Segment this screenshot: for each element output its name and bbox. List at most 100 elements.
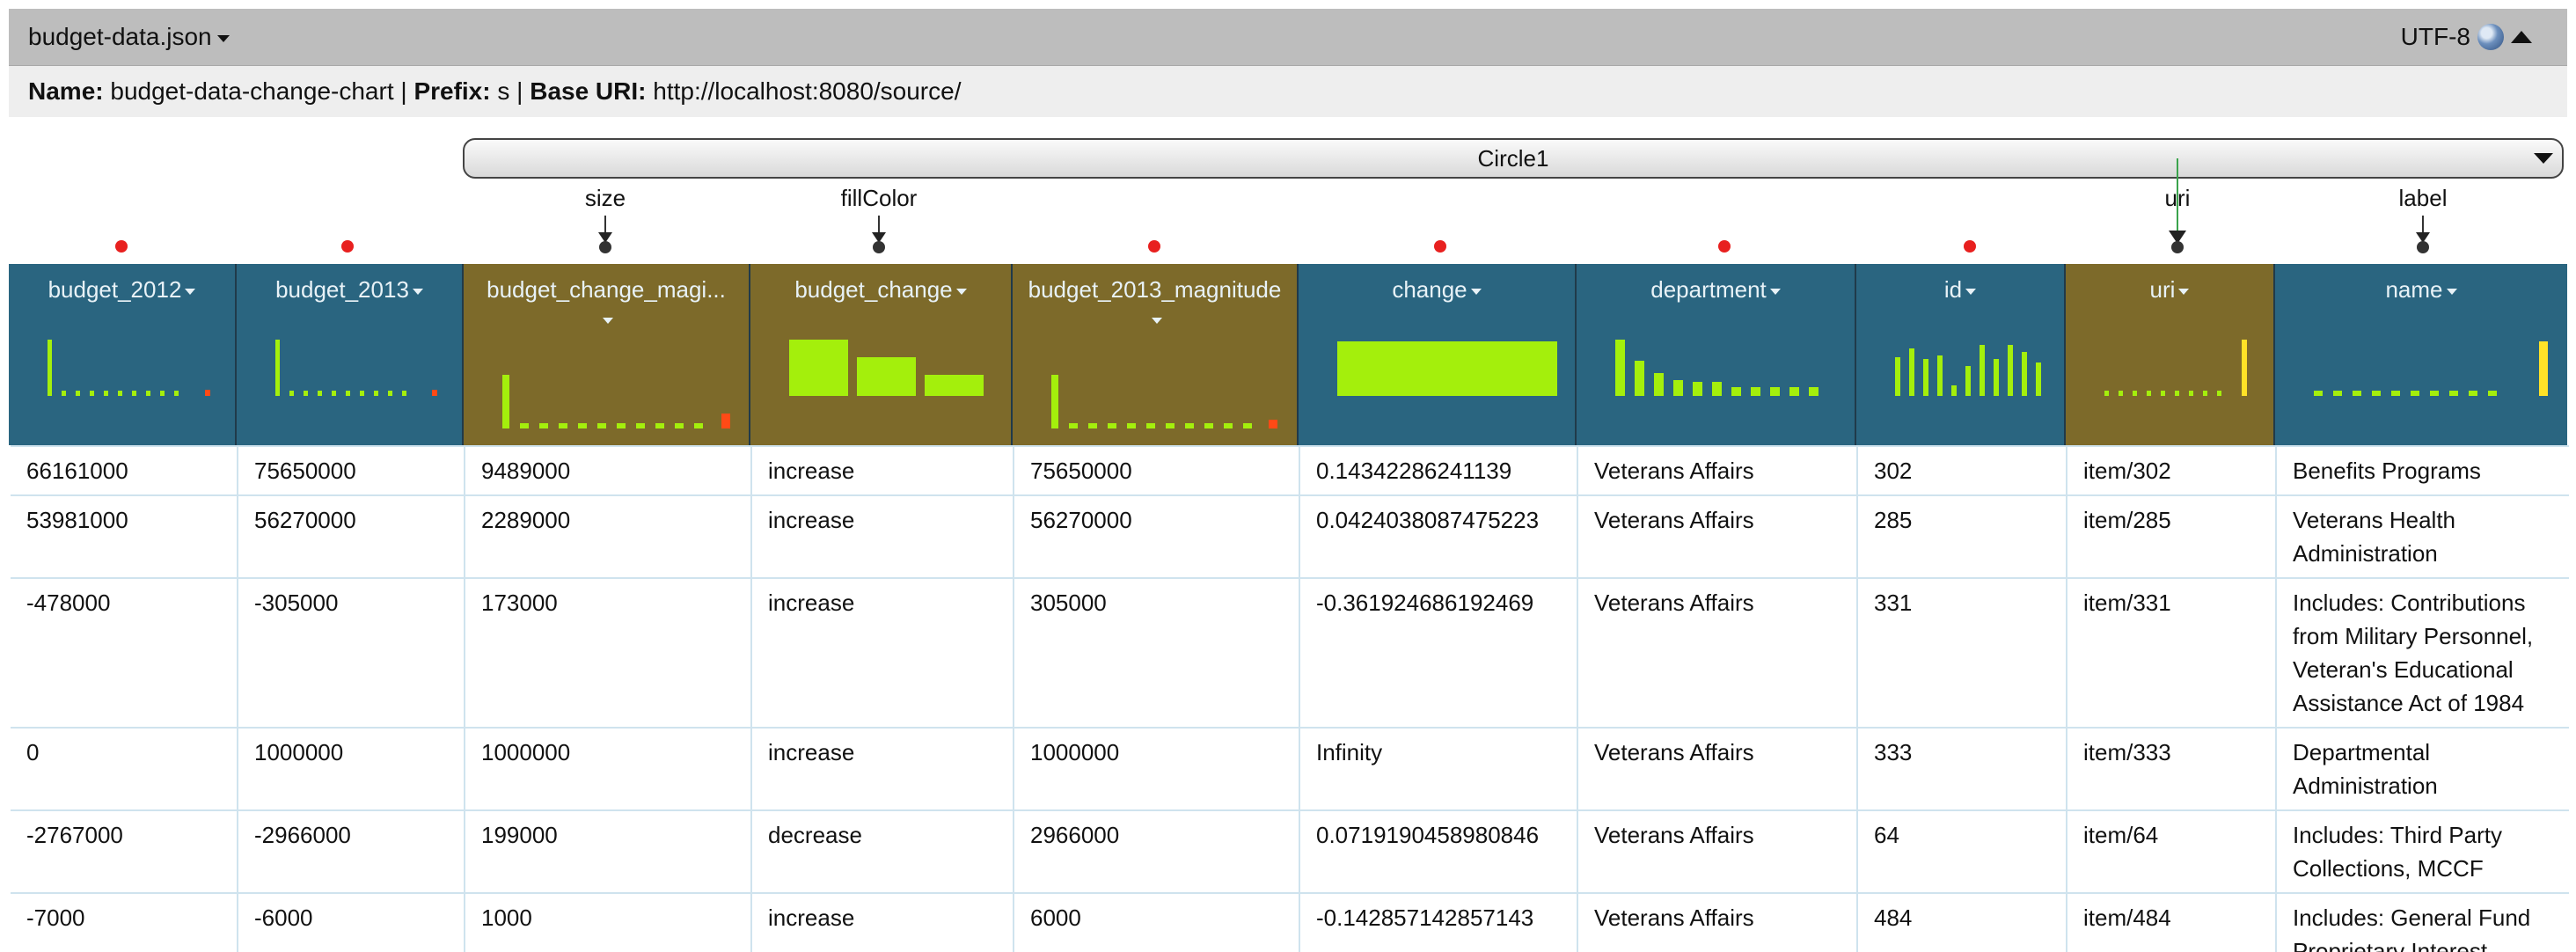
file-title-dropdown[interactable]: budget-data.json — [28, 23, 230, 51]
table-cell: Veterans Affairs — [1578, 496, 1858, 579]
table-row[interactable]: -2767000 -2966000 199000 decrease 296600… — [11, 809, 2569, 894]
histogram-bar — [1615, 340, 1625, 396]
mark-selector[interactable]: Circle1 — [463, 138, 2564, 179]
prefix-label: Prefix: — [413, 77, 491, 105]
table-cell: Veterans Affairs — [1578, 729, 1858, 811]
column-connector-dot[interactable] — [1434, 240, 1446, 253]
table-cell: 285 — [1858, 496, 2067, 579]
file-title: budget-data.json — [28, 23, 212, 50]
column-header-budget-2013-magnitude[interactable]: budget_2013_magnitude — [1013, 264, 1299, 445]
chevron-down-icon — [1965, 288, 1977, 295]
table-cell: 1000000 — [238, 729, 465, 811]
chevron-down-icon — [1769, 288, 1781, 295]
histogram-bar — [360, 391, 364, 396]
connector-knob[interactable] — [2417, 241, 2429, 253]
column-header-uri[interactable]: uri — [2066, 264, 2275, 445]
histogram-bar — [2411, 391, 2419, 396]
histogram-bar — [388, 391, 392, 396]
histogram-bar — [1895, 357, 1900, 396]
histogram-bar — [48, 340, 52, 396]
table-row[interactable]: 0 1000000 1000000 increase 1000000 Infin… — [11, 727, 2569, 811]
column-connector-dot[interactable] — [115, 240, 128, 253]
histogram-bar — [76, 391, 80, 396]
table-cell: 75650000 — [238, 447, 465, 496]
histogram-bar — [597, 423, 606, 428]
table-cell: 9489000 — [465, 447, 752, 496]
table-cell: Veterans Affairs — [1578, 579, 1858, 729]
column-header-label: id — [1943, 276, 1963, 303]
name-label: Name: — [28, 77, 104, 105]
histogram-bar — [1051, 375, 1058, 428]
column-header-budget-change-magnitude[interactable]: budget_change_magi... — [464, 264, 750, 445]
column-header-budget-change[interactable]: budget_change — [750, 264, 1013, 445]
histogram-bar — [1088, 423, 1097, 428]
separator: | — [516, 77, 523, 105]
chevron-down-icon — [185, 288, 196, 295]
histogram-bar — [2449, 391, 2458, 396]
table-cell: 333 — [1858, 729, 2067, 811]
table-row[interactable]: -478000 -305000 173000 increase 305000 -… — [11, 577, 2569, 729]
property-label-fillcolor[interactable]: fillColor — [841, 185, 918, 212]
histogram-bar — [1224, 423, 1233, 428]
column-header-change[interactable]: change — [1299, 264, 1577, 445]
collapse-chevron-up-icon[interactable] — [2511, 31, 2532, 43]
histogram-bar — [1166, 423, 1175, 428]
table-cell: increase — [752, 729, 1014, 811]
connector-knob[interactable] — [873, 241, 885, 253]
histogram-bar — [2539, 341, 2548, 396]
property-label-label[interactable]: label — [2399, 185, 2448, 212]
histogram-bar — [1965, 366, 1971, 396]
histogram-bar — [1204, 423, 1213, 428]
connector-line — [878, 216, 880, 233]
column-header-department[interactable]: department — [1577, 264, 1856, 445]
histogram-bar — [1980, 345, 1985, 396]
histogram-bar — [2372, 391, 2381, 396]
column-header-label: budget_2012 — [48, 276, 182, 303]
table-cell: 1000000 — [1014, 729, 1300, 811]
table-cell: item/285 — [2067, 496, 2277, 579]
column-connector-dot[interactable] — [341, 240, 354, 253]
column-connector-dot[interactable] — [1148, 240, 1160, 253]
histogram-bar — [2119, 391, 2123, 396]
property-label-size[interactable]: size — [585, 185, 626, 212]
column-header-label: budget_2013_magnitude — [1028, 276, 1282, 303]
connector-knob[interactable] — [599, 241, 611, 253]
histogram-bar — [332, 391, 336, 396]
name-value: budget-data-change-chart — [110, 77, 394, 105]
column-header-budget-2013[interactable]: budget_2013 — [237, 264, 464, 445]
histogram-bar — [2161, 391, 2165, 396]
histogram-bar — [2314, 391, 2323, 396]
column-connector-dot[interactable] — [1718, 240, 1731, 253]
table-cell: 75650000 — [1014, 447, 1300, 496]
file-header-bar: budget-data.json UTF-8 — [9, 9, 2567, 66]
histogram-bar — [275, 340, 280, 396]
column-connector-dot[interactable] — [1964, 240, 1976, 253]
table-row[interactable]: 53981000 56270000 2289000 increase 56270… — [11, 494, 2569, 579]
globe-icon[interactable] — [2477, 24, 2504, 50]
table-cell: 331 — [1858, 579, 2067, 729]
table-cell: -478000 — [11, 579, 238, 729]
encoding-label[interactable]: UTF-8 — [2401, 23, 2470, 51]
dropdown-caret-icon — [216, 34, 230, 42]
table-cell: 1000 — [465, 894, 752, 952]
histogram-bar — [1069, 423, 1078, 428]
source-info-bar: Name: budget-data-change-chart | Prefix:… — [9, 66, 2567, 117]
table-cell: 2289000 — [465, 496, 752, 579]
table-cell: 484 — [1858, 894, 2067, 952]
histogram-bar — [2022, 352, 2027, 396]
histogram-bar — [694, 423, 703, 428]
mark-selector-value: Circle1 — [1477, 145, 1549, 172]
table-row[interactable]: -7000 -6000 1000 increase 6000 -0.142857… — [11, 892, 2569, 952]
table-cell: 64 — [1858, 811, 2067, 894]
histogram-bar — [2147, 391, 2151, 396]
table-row[interactable]: 66161000 75650000 9489000 increase 75650… — [11, 445, 2569, 496]
column-header-budget-2012[interactable]: budget_2012 — [9, 264, 237, 445]
histogram-bar — [304, 391, 308, 396]
column-header-id[interactable]: id — [1856, 264, 2066, 445]
connector-knob[interactable] — [2171, 241, 2184, 253]
chevron-down-icon — [603, 317, 613, 324]
histogram-bar — [1731, 387, 1741, 396]
column-header-name[interactable]: name — [2275, 264, 2567, 445]
histogram-bar — [1269, 420, 1277, 428]
histogram-bar — [1693, 382, 1702, 396]
